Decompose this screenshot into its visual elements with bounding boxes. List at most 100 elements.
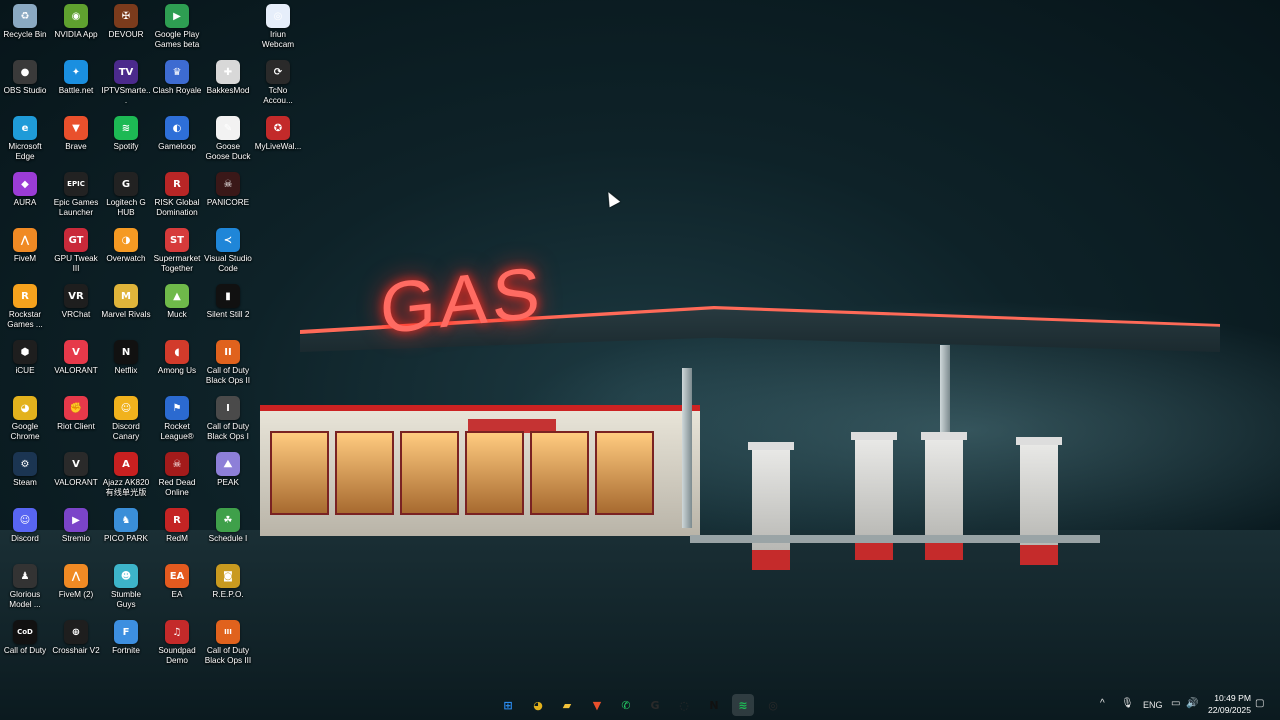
desktop-icon-among-us[interactable]: ◖ Among Us xyxy=(152,336,202,376)
tray-overflow-chevron-icon[interactable]: ^ xyxy=(1100,698,1105,709)
desktop-icon-crosshair-v2[interactable]: ⊕ Crosshair V2 xyxy=(51,616,101,656)
desktop-icon-supermarket-together[interactable]: ST Supermarket Together xyxy=(152,224,202,274)
desktop-icon-risk-global-domination[interactable]: R RISK Global Domination xyxy=(152,168,202,218)
desktop-icon-tcno-accou[interactable]: ⟳ TcNo Accou... xyxy=(253,56,303,106)
desktop-icon-gpu-tweak-iii[interactable]: GT GPU Tweak III xyxy=(51,224,101,274)
desktop-icon-ajazz-ak820[interactable]: A Ajazz AK820 有线单光版 xyxy=(101,448,151,498)
clock-date[interactable]: 22/09/2025 xyxy=(1191,705,1251,715)
desktop-icon-label: Glorious Model ... xyxy=(9,590,41,609)
desktop-icon-label: Stumble Guys xyxy=(110,590,142,609)
desktop-icon-steam[interactable]: ⚙ Steam xyxy=(0,448,50,488)
desktop-icon-recycle-bin[interactable]: ♻ Recycle Bin xyxy=(0,0,50,40)
desktop-icon-label: Discord Canary xyxy=(112,422,140,441)
desktop-icon-devour[interactable]: ✠ DEVOUR xyxy=(101,0,151,40)
desktop-icon-logitech-g-hub[interactable]: G Logitech G HUB xyxy=(101,168,151,218)
taskbar-brave-icon[interactable]: ▼ xyxy=(586,694,608,716)
desktop-icon-label: PICO PARK xyxy=(104,534,148,543)
language-indicator[interactable]: ENG xyxy=(1143,700,1163,710)
epic-games-launcher-icon: EPIC xyxy=(64,172,88,196)
desktop-icon-glorious-model[interactable]: ♟ Glorious Model ... xyxy=(0,560,50,610)
desktop-icon-netflix[interactable]: N Netflix xyxy=(101,336,151,376)
call-of-duty-icon: CoD xyxy=(13,620,37,644)
desktop-icon-redm[interactable]: R RedM xyxy=(152,504,202,544)
notification-icon[interactable]: ▢ xyxy=(1255,698,1264,709)
desktop-icon-ea[interactable]: EA EA xyxy=(152,560,202,600)
desktop-icon-microsoft-edge[interactable]: e Microsoft Edge xyxy=(0,112,50,162)
desktop-icon-call-of-duty-black-ops-i[interactable]: I Call of Duty Black Ops I xyxy=(203,392,253,442)
desktop-icon-brave[interactable]: ▼ Brave xyxy=(51,112,101,152)
desktop-icon-discord-canary[interactable]: ☺ Discord Canary xyxy=(101,392,151,442)
desktop-icon-soundpad-demo[interactable]: ♫ Soundpad Demo xyxy=(152,616,202,666)
taskbar-netflix-icon[interactable]: N xyxy=(703,694,725,716)
desktop-icon-valorant[interactable]: V VALORANT xyxy=(51,448,101,488)
nvidia-app-icon: ◉ xyxy=(64,4,88,28)
desktop-icon-pico-park[interactable]: ♞ PICO PARK xyxy=(101,504,151,544)
desktop-icon-fivem-2[interactable]: ⋀ FiveM (2) xyxy=(51,560,101,600)
desktop-icon-rocket-league[interactable]: ⚑ Rocket League® xyxy=(152,392,202,442)
desktop-icon-visual-studio-code[interactable]: ≺ Visual Studio Code xyxy=(203,224,253,274)
desktop-icon-label: Spotify xyxy=(113,142,139,151)
desktop-icon-aura[interactable]: ◆ AURA xyxy=(0,168,50,208)
desktop-icon-goose-goose-duck[interactable]: ✎ Goose Goose Duck xyxy=(203,112,253,162)
taskbar-whatsapp-icon[interactable]: ✆ xyxy=(615,694,637,716)
desktop-icon-fivem[interactable]: ⋀ FiveM xyxy=(0,224,50,264)
wallpaper-store-building xyxy=(260,405,700,536)
desktop-icon-muck[interactable]: ▲ Muck xyxy=(152,280,202,320)
desktop-icon-stremio[interactable]: ▶ Stremio xyxy=(51,504,101,544)
desktop-icon-label: Muck xyxy=(167,310,187,319)
desktop-icon-call-of-duty-black-ops-iii[interactable]: III Call of Duty Black Ops III xyxy=(203,616,253,666)
taskbar-file-explorer-icon[interactable]: ▰ xyxy=(556,694,578,716)
desktop-icon-icue[interactable]: ⬢ iCUE xyxy=(0,336,50,376)
desktop-icon-mylivewal[interactable]: ✪ MyLiveWal... xyxy=(253,112,303,152)
desktop-icon-schedule-i[interactable]: ☘ Schedule I xyxy=(203,504,253,544)
microphone-icon[interactable]: 🎙 xyxy=(1121,698,1134,709)
call-of-duty-black-ops-iii-icon: III xyxy=(216,620,240,644)
bakkesmod-icon: ✚ xyxy=(216,60,240,84)
taskbar-chrome-icon[interactable]: ◕ xyxy=(527,694,549,716)
riot-client-icon: ✊ xyxy=(64,396,88,420)
desktop-icon-silent-still-2[interactable]: ▮ Silent Still 2 xyxy=(203,280,253,320)
desktop-icon-battle-net[interactable]: ✦ Battle.net xyxy=(51,56,101,96)
desktop-icon-obs-studio[interactable]: ● OBS Studio xyxy=(0,56,50,96)
desktop-icon-iriun-webcam[interactable]: ◎ Iriun Webcam xyxy=(253,0,303,50)
desktop-icon-gameloop[interactable]: ◐ Gameloop xyxy=(152,112,202,152)
desktop-icon-google-chrome[interactable]: ◕ Google Chrome xyxy=(0,392,50,442)
taskbar-steelseries-icon[interactable]: ◎ xyxy=(762,694,784,716)
desktop-icon-label: Goose Goose Duck xyxy=(205,142,251,161)
gpu-tweak-iii-icon: GT xyxy=(64,228,88,252)
desktop-icon-valorant[interactable]: V VALORANT xyxy=(51,336,101,376)
glorious-model-icon: ♟ xyxy=(13,564,37,588)
desktop-icon-overwatch[interactable]: ◑ Overwatch xyxy=(101,224,151,264)
desktop-icon-panicore[interactable]: ☠ PANICORE xyxy=(203,168,253,208)
desktop-icon-marvel-rivals[interactable]: M Marvel Rivals xyxy=(101,280,151,320)
desktop-icon-rockstar-games[interactable]: R Rockstar Games ... xyxy=(0,280,50,330)
desktop-icon-google-play-games-beta[interactable]: ▶ Google Play Games beta xyxy=(152,0,202,50)
taskbar-logitech-icon[interactable]: G xyxy=(644,694,666,716)
desktop-icon-bakkesmod[interactable]: ✚ BakkesMod xyxy=(203,56,253,96)
taskbar-app-ring-icon[interactable]: ◌ xyxy=(673,694,695,716)
taskbar: ⊞ ◕ ▰ ▼ ✆ G ◌ N ≋ ◎ ^ 🎙 ENG ▭ 🔊 ▢ xyxy=(0,689,1280,720)
desktop-icon-nvidia-app[interactable]: ◉ NVIDIA App xyxy=(51,0,101,40)
desktop-icon-discord[interactable]: ☺ Discord xyxy=(0,504,50,544)
network-icon[interactable]: ▭ xyxy=(1171,698,1180,709)
desktop-icon-red-dead-online[interactable]: ☠ Red Dead Online xyxy=(152,448,202,498)
desktop-icon-vrchat[interactable]: VR VRChat xyxy=(51,280,101,320)
desktop-icon-clash-royale[interactable]: ♛ Clash Royale xyxy=(152,56,202,96)
desktop-icon-epic-games-launcher[interactable]: EPIC Epic Games Launcher xyxy=(51,168,101,218)
desktop-icon-call-of-duty-black-ops-ii[interactable]: II Call of Duty Black Ops II xyxy=(203,336,253,386)
desktop-icon-riot-client[interactable]: ✊ Riot Client xyxy=(51,392,101,432)
desktop-icon-label: Stremio xyxy=(61,534,91,543)
desktop-icon-iptvsmarte[interactable]: TV IPTVSmarte... xyxy=(101,56,151,106)
start-button-icon[interactable]: ⊞ xyxy=(497,694,519,716)
desktop-icon-r-e-p-o[interactable]: ◙ R.E.P.O. xyxy=(203,560,253,600)
taskbar-spotify-icon[interactable]: ≋ xyxy=(732,694,754,716)
clock-time[interactable]: 10:49 PM xyxy=(1191,693,1251,703)
desktop-icon-call-of-duty[interactable]: CoD Call of Duty xyxy=(0,616,50,656)
desktop-icon-spotify[interactable]: ≋ Spotify xyxy=(101,112,151,152)
iriun-webcam-icon: ◎ xyxy=(266,4,290,28)
desktop-icon-stumble-guys[interactable]: ☻ Stumble Guys xyxy=(101,560,151,610)
icue-icon: ⬢ xyxy=(13,340,37,364)
desktop-icon-fortnite[interactable]: F Fortnite xyxy=(101,616,151,656)
desktop-icon-peak[interactable]: ⛰ PEAK xyxy=(203,448,253,488)
wallpaper-window xyxy=(530,431,589,515)
